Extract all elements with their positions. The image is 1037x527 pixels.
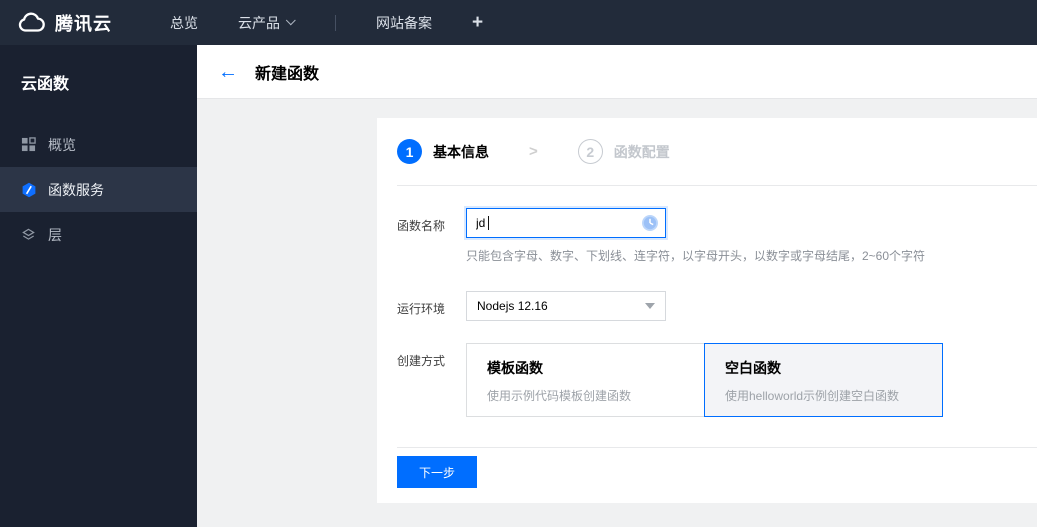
sidebar-title: 云函数 (21, 76, 70, 93)
sidebar-item-overview[interactable]: 概览 (0, 122, 197, 167)
creation-method-row: 创建方式 模板函数 使用示例代码模板创建函数 空白函数 使用helloworld… (397, 343, 1017, 417)
runtime-row: 运行环境 Nodejs 12.16 (397, 291, 1017, 321)
content-area: 1 基本信息 > 2 函数配置 函数名称 jd 只能包含字母、数字、下划线、连字… (197, 99, 1037, 527)
basic-info-form: 函数名称 jd 只能包含字母、数字、下划线、连字符，以字母开头，以数字或字母结尾… (377, 186, 1037, 447)
clock-icon (641, 214, 659, 232)
grid-icon (21, 137, 37, 153)
card-description: 使用helloworld示例创建空白函数 (725, 389, 900, 403)
template-function-card[interactable]: 模板函数 使用示例代码模板创建函数 (466, 343, 705, 417)
page-title: 新建函数 (255, 65, 320, 83)
step-label: 函数配置 (613, 143, 670, 160)
text-cursor (488, 216, 489, 230)
add-tab-icon[interactable]: + (472, 13, 483, 32)
creation-method-label: 创建方式 (397, 354, 446, 368)
card-description: 使用示例代码模板创建函数 (487, 389, 632, 403)
tencent-cloud-logo[interactable]: 腾讯云 (16, 10, 112, 36)
runtime-label: 运行环境 (397, 302, 446, 316)
chevron-down-icon (285, 15, 296, 26)
creation-method-options: 模板函数 使用示例代码模板创建函数 空白函数 使用helloworld示例创建空… (466, 343, 943, 417)
brand-name: 腾讯云 (55, 13, 112, 34)
card-title: 空白函数 (725, 360, 781, 376)
step-function-config: 2 函数配置 (577, 139, 670, 164)
step-basic-info: 1 基本信息 (397, 139, 489, 164)
back-arrow-icon[interactable]: ← (218, 62, 238, 82)
function-name-label: 函数名称 (397, 219, 446, 233)
cloud-logo-icon (18, 12, 45, 32)
step-separator-chevron-icon: > (529, 143, 538, 160)
card-title: 模板函数 (487, 360, 543, 376)
nav-item-beian[interactable]: 网站备案 (376, 13, 432, 33)
sidebar-item-label: 函数服务 (48, 181, 104, 198)
create-function-panel: 1 基本信息 > 2 函数配置 函数名称 jd 只能包含字母、数字、下划线、连字… (377, 118, 1037, 503)
nav-divider (335, 14, 336, 31)
page-header: ← 新建函数 (197, 45, 1037, 99)
step-number-badge: 2 (577, 139, 603, 164)
top-nav-menu: 总览 云产品 网站备案 + (170, 13, 483, 33)
wizard-steps: 1 基本信息 > 2 函数配置 (377, 118, 1037, 185)
step-label: 基本信息 (433, 143, 489, 160)
sidebar: 云函数 概览 函数服务 层 (0, 45, 197, 527)
sidebar-item-label: 层 (48, 226, 62, 243)
next-step-button[interactable]: 下一步 (397, 456, 477, 488)
function-name-help: 只能包含字母、数字、下划线、连字符，以字母开头，以数字或字母结尾，2~60个字符 (466, 249, 926, 263)
runtime-select[interactable]: Nodejs 12.16 (466, 291, 666, 321)
nav-item-overview[interactable]: 总览 (170, 13, 198, 33)
blank-function-card[interactable]: 空白函数 使用helloworld示例创建空白函数 (704, 343, 943, 417)
function-name-row: 函数名称 jd 只能包含字母、数字、下划线、连字符，以字母开头，以数字或字母结尾… (397, 208, 1017, 264)
runtime-selected-value: Nodejs 12.16 (477, 299, 548, 313)
dropdown-caret-icon (645, 303, 655, 309)
scf-hexagon-icon (21, 182, 37, 198)
top-navbar: 腾讯云 总览 云产品 网站备案 + (0, 0, 1037, 45)
sidebar-item-layers[interactable]: 层 (0, 212, 197, 257)
nav-item-products[interactable]: 云产品 (238, 13, 296, 33)
sidebar-item-label: 概览 (48, 136, 76, 153)
function-name-input[interactable] (466, 208, 666, 238)
sidebar-item-function-service[interactable]: 函数服务 (0, 167, 197, 212)
layers-icon (21, 227, 37, 243)
step-number-badge: 1 (397, 139, 422, 164)
panel-footer: 下一步 (377, 448, 1037, 503)
